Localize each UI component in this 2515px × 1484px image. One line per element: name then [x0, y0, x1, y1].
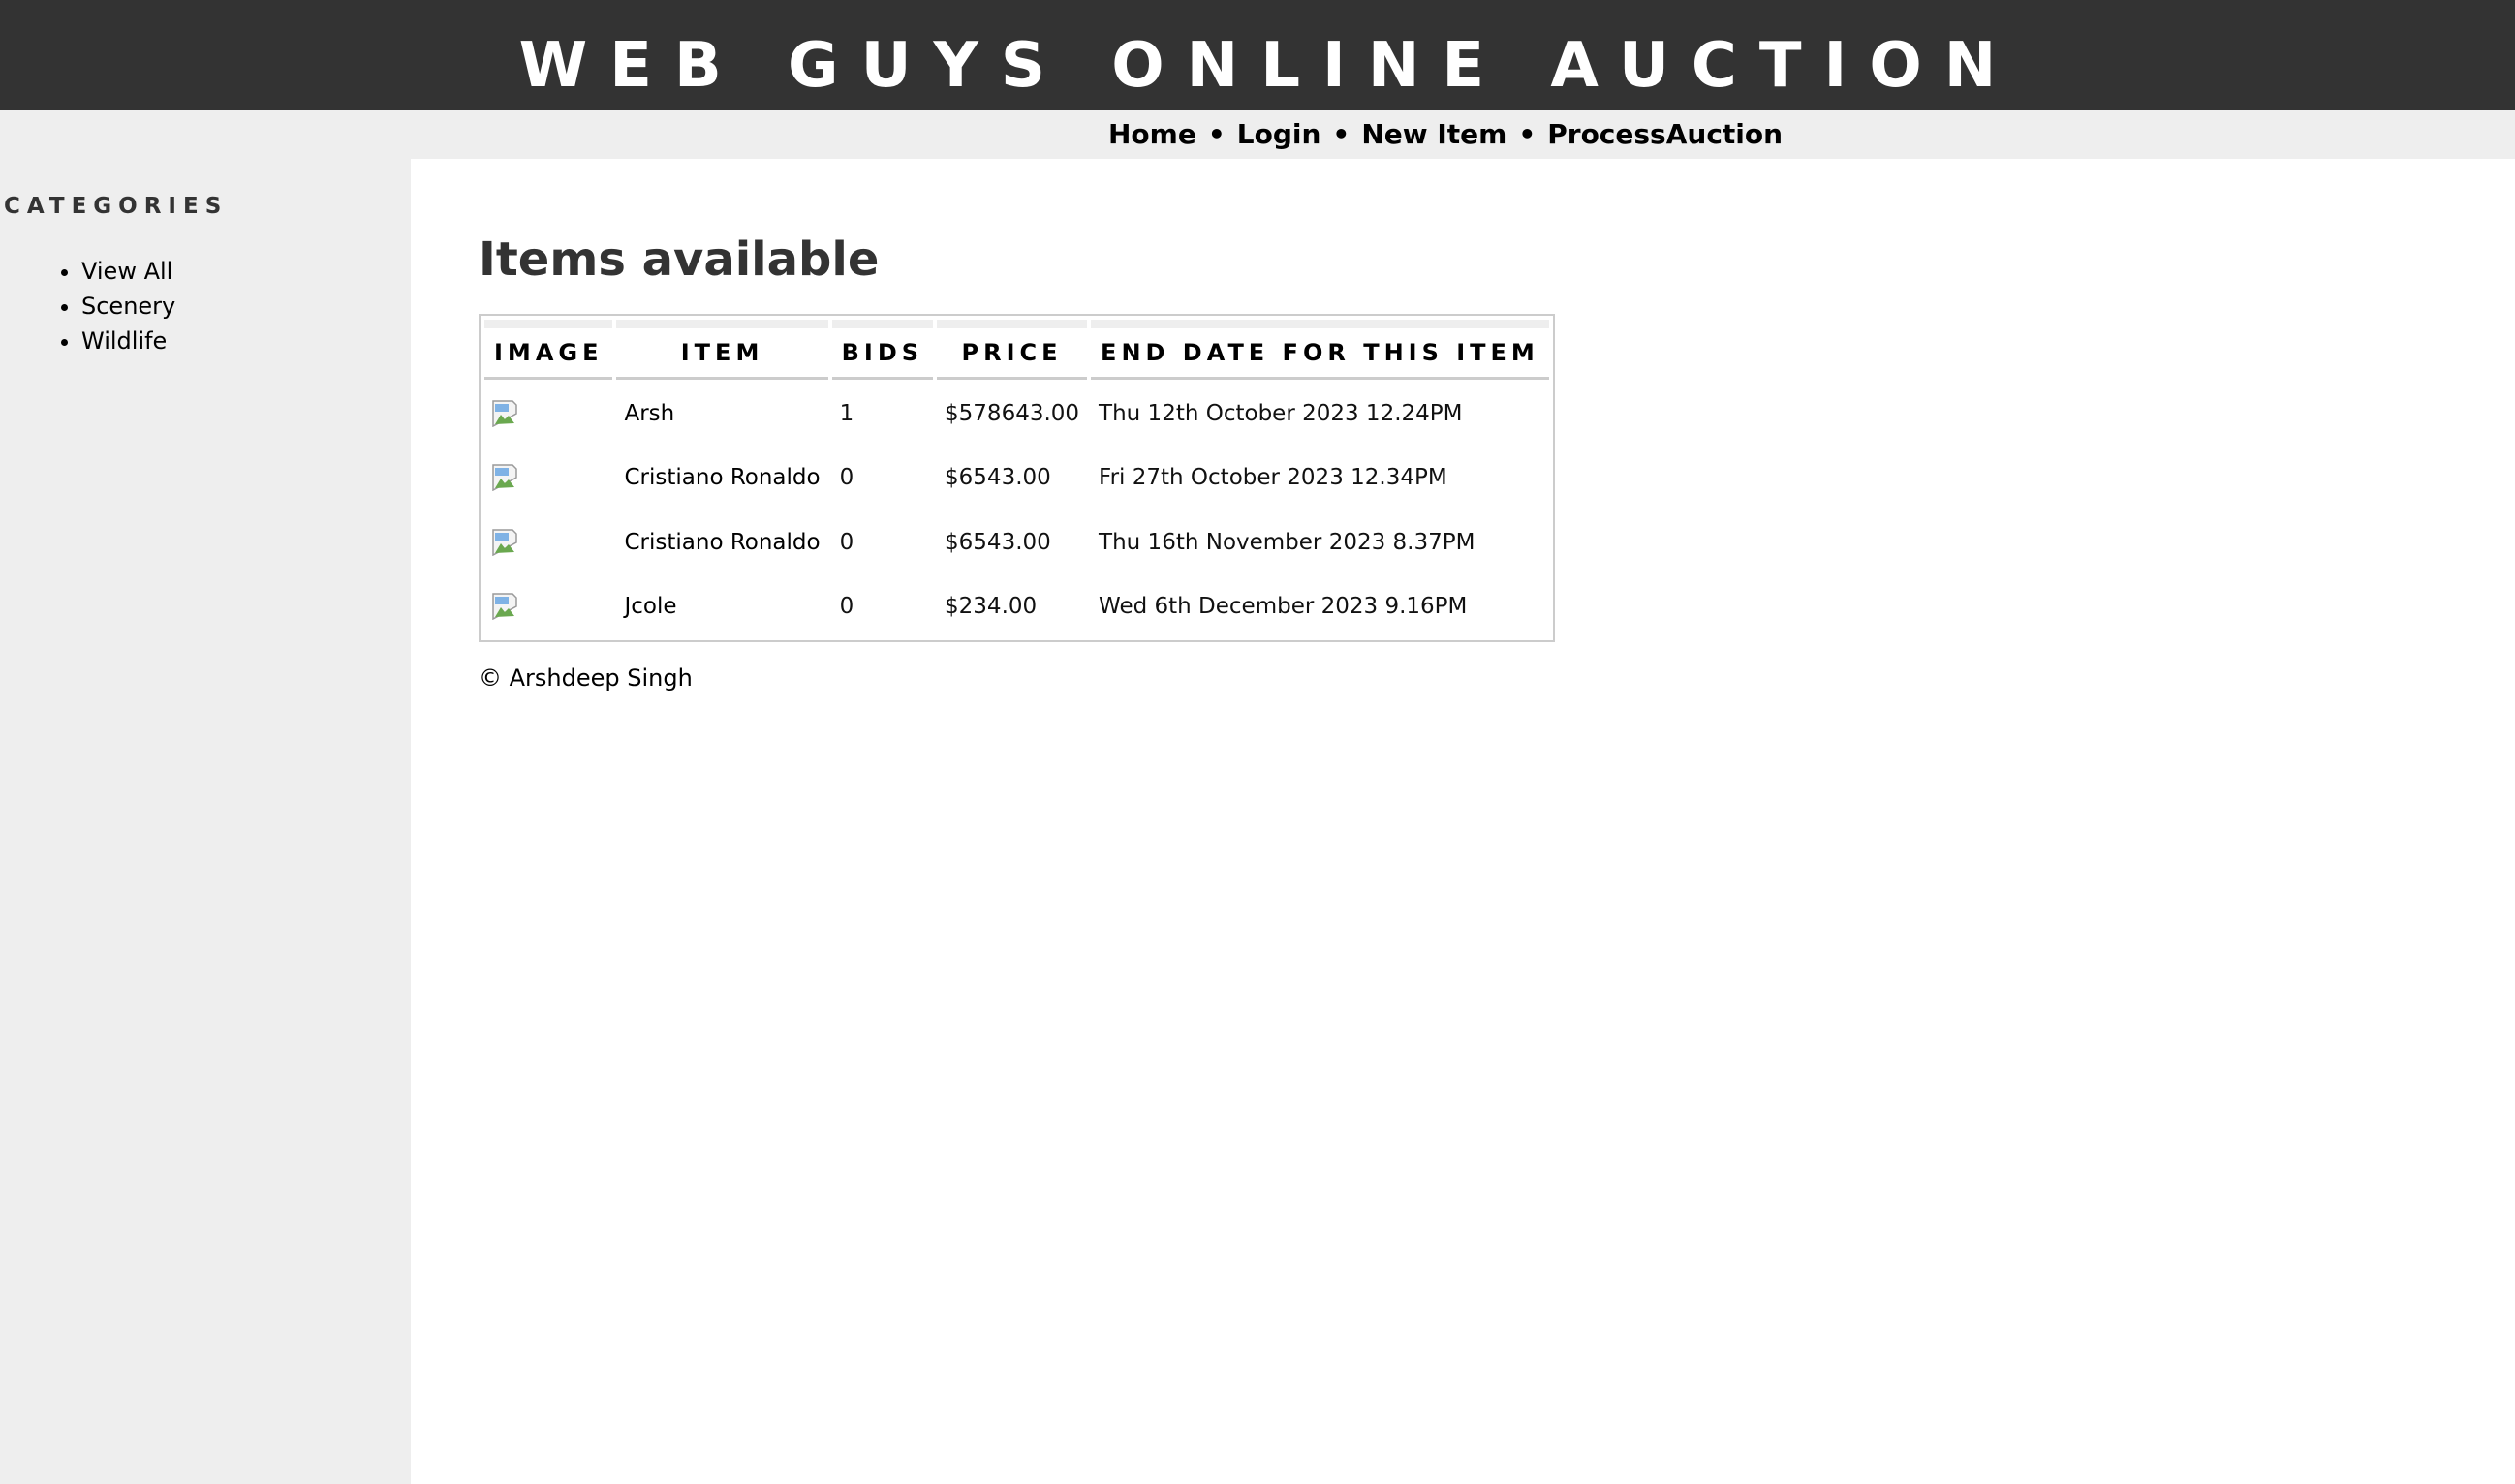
item-name-link[interactable]: Arsh	[616, 384, 827, 444]
category-item: View All	[81, 254, 175, 289]
table-row: Cristiano Ronaldo 0 $6543.00 Fri 27th Oc…	[484, 448, 1549, 508]
table-row: Arsh 1 $578643.00 Thu 12th October 2023 …	[484, 384, 1549, 444]
nav-separator: •	[1332, 118, 1351, 150]
item-name-link[interactable]: Cristiano Ronaldo	[616, 512, 827, 572]
category-view-all-link[interactable]: View All	[81, 258, 172, 285]
column-header-end-date: END DATE FOR THIS ITEM	[1091, 320, 1549, 380]
items-table: IMAGE ITEM BIDS PRICE END DATE FOR THIS …	[479, 314, 1555, 642]
item-end-date: Thu 12th October 2023 12.24PM	[1099, 401, 1463, 427]
item-image-cell	[484, 576, 612, 636]
broken-image-icon[interactable]	[492, 400, 523, 428]
site-header: WEB GUYS ONLINE AUCTION	[0, 0, 2515, 110]
site-title: WEB GUYS ONLINE AUCTION	[518, 30, 2019, 102]
item-image-cell	[484, 448, 612, 508]
table-header-row: IMAGE ITEM BIDS PRICE END DATE FOR THIS …	[484, 320, 1549, 380]
item-name-link[interactable]: Cristiano Ronaldo	[616, 448, 827, 508]
column-header-image: IMAGE	[484, 320, 613, 380]
category-item: Scenery	[81, 289, 175, 324]
column-header-item: ITEM	[616, 320, 828, 380]
broken-image-icon[interactable]	[492, 528, 523, 556]
nav-home-link[interactable]: Home	[1108, 118, 1196, 150]
main-nav: Home • Login • New Item • ProcessAuction	[1108, 110, 1783, 159]
item-bids: 1	[839, 401, 854, 427]
item-price: $6543.00	[945, 465, 1051, 491]
nav-new-item-link[interactable]: New Item	[1361, 118, 1506, 150]
item-end-date: Thu 16th November 2023 8.37PM	[1099, 529, 1475, 555]
item-end-date: Wed 6th December 2023 9.16PM	[1099, 593, 1468, 619]
nav-process-auction-link[interactable]: ProcessAuction	[1547, 118, 1783, 150]
category-scenery-link[interactable]: Scenery	[81, 293, 175, 320]
item-bids: 0	[839, 529, 854, 555]
broken-image-icon[interactable]	[492, 464, 523, 492]
copyright-footer: © Arshdeep Singh	[479, 665, 693, 692]
nav-login-link[interactable]: Login	[1237, 118, 1321, 150]
category-list: View All Scenery Wildlife	[81, 254, 175, 358]
item-bids: 0	[839, 593, 854, 619]
table-row: Jcole 0 $234.00 Wed 6th December 2023 9.…	[484, 576, 1549, 636]
item-price: $234.00	[945, 593, 1038, 619]
item-name-link[interactable]: Jcole	[616, 576, 827, 636]
item-image-cell	[484, 512, 612, 572]
nav-separator: •	[1518, 118, 1537, 150]
table-row: Cristiano Ronaldo 0 $6543.00 Thu 16th No…	[484, 512, 1549, 572]
categories-heading: CATEGORIES	[4, 194, 229, 219]
category-item: Wildlife	[81, 324, 175, 358]
page-title: Items available	[479, 232, 880, 287]
item-price: $6543.00	[945, 529, 1051, 555]
broken-image-icon[interactable]	[492, 593, 523, 621]
column-header-price: PRICE	[937, 320, 1088, 380]
column-header-bids: BIDS	[831, 320, 934, 380]
nav-separator: •	[1207, 118, 1226, 150]
item-end-date: Fri 27th October 2023 12.34PM	[1099, 465, 1447, 491]
item-image-cell	[484, 384, 612, 444]
item-price: $578643.00	[945, 401, 1080, 427]
item-bids: 0	[839, 465, 854, 491]
category-wildlife-link[interactable]: Wildlife	[81, 327, 167, 355]
